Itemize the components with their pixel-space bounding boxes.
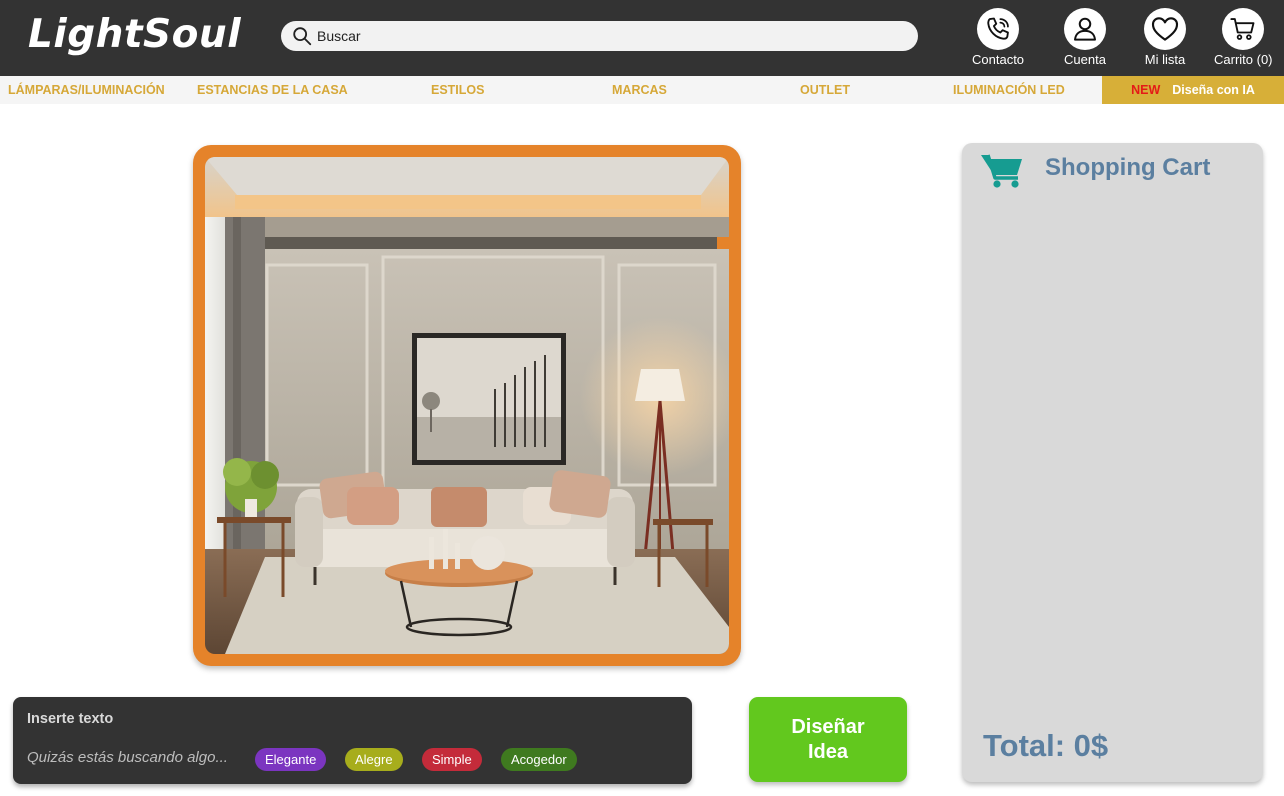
nav-item-led[interactable]: ILUMINACIÓN LED: [953, 76, 1065, 104]
contact-label: Contacto: [972, 52, 1025, 67]
nav-item-estilos[interactable]: ESTILOS: [431, 76, 484, 104]
generated-room-frame: [193, 145, 741, 666]
tag-elegante[interactable]: Elegante: [255, 748, 327, 771]
prompt-panel: Inserte texto Elegante Alegre Simple Aco…: [13, 697, 692, 784]
design-idea-label: Diseñar Idea: [791, 715, 865, 763]
wishlist-label: Mi lista: [1144, 52, 1186, 67]
wishlist-icon-circle: [1144, 8, 1186, 50]
design-idea-button[interactable]: Diseñar Idea: [749, 697, 907, 782]
cart-header-button[interactable]: Carrito (0): [1214, 8, 1273, 67]
contact-icon-circle: [977, 8, 1020, 50]
shopping-cart-icon: [981, 154, 1022, 188]
cart-header-label: Carrito (0): [1214, 52, 1273, 67]
page: LightSoul Contacto: [0, 0, 1284, 796]
cart-title: Shopping Cart: [1045, 154, 1211, 181]
cart-icon: [1230, 18, 1255, 40]
cart-icon-circle: [1222, 8, 1265, 50]
tag-alegre[interactable]: Alegre: [345, 748, 403, 771]
prompt-input[interactable]: [27, 749, 247, 766]
shopping-cart-panel: Shopping Cart Total: 0$: [962, 143, 1263, 782]
account-button[interactable]: Cuenta: [1064, 8, 1106, 67]
nav-item-lamparas[interactable]: LÁMPARAS/ILUMINACIÓN: [8, 76, 165, 104]
account-label: Cuenta: [1064, 52, 1106, 67]
phone-icon: [987, 17, 1009, 40]
tag-simple[interactable]: Simple: [422, 748, 482, 771]
user-icon: [1074, 17, 1096, 41]
heart-icon: [1151, 17, 1179, 41]
nav-item-marcas[interactable]: MARCAS: [612, 76, 667, 104]
wishlist-button[interactable]: Mi lista: [1144, 8, 1186, 67]
top-header: LightSoul Contacto: [0, 0, 1284, 76]
prompt-title: Inserte texto: [27, 711, 114, 727]
new-badge: NEW: [1131, 83, 1161, 97]
contact-button[interactable]: Contacto: [972, 8, 1024, 67]
nav-item-ia-design[interactable]: NEW Diseña con IA: [1102, 76, 1284, 104]
category-nav: LÁMPARAS/ILUMINACIÓN ESTANCIAS DE LA CAS…: [0, 76, 1284, 104]
ia-design-label: Diseña con IA: [1172, 83, 1255, 97]
cart-total: Total: 0$: [983, 728, 1109, 763]
search-input[interactable]: [317, 28, 897, 44]
account-icon-circle: [1064, 8, 1106, 50]
nav-item-outlet[interactable]: OUTLET: [800, 76, 850, 104]
living-room-image: [205, 157, 729, 654]
brand-logo[interactable]: LightSoul: [28, 12, 241, 57]
search-bar[interactable]: [281, 21, 918, 51]
tag-acogedor[interactable]: Acogedor: [501, 748, 577, 771]
search-icon[interactable]: [291, 25, 313, 47]
nav-item-estancias[interactable]: ESTANCIAS DE LA CASA: [197, 76, 348, 104]
